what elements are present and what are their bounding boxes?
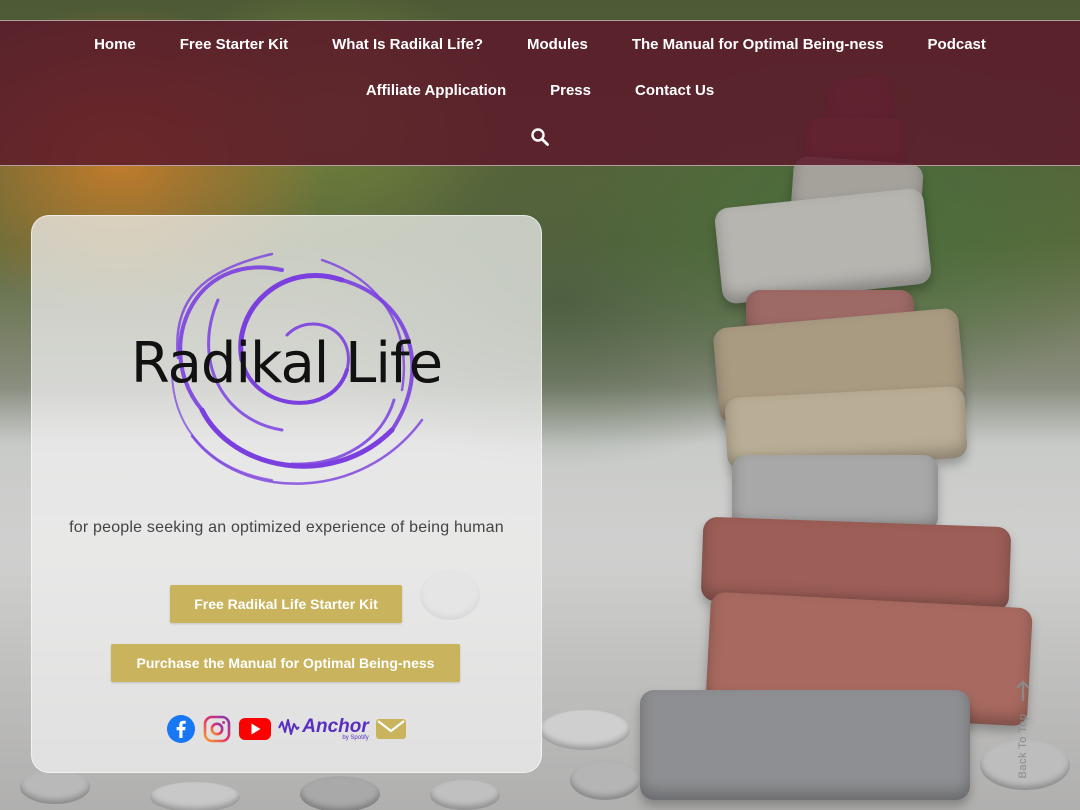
purchase-manual-button[interactable]: Purchase the Manual for Optimal Being-ne… [111, 644, 460, 682]
pebble [570, 760, 640, 800]
social-links: Anchor by Spotify [32, 714, 541, 744]
logo-wordmark: Radikal Life [130, 331, 443, 396]
nav-row-search [0, 127, 1080, 147]
nav-item-podcast[interactable]: Podcast [906, 35, 1008, 55]
arrow-up-icon [1016, 680, 1030, 701]
pebble [20, 770, 90, 804]
back-to-top-link[interactable]: Back To Top [1008, 680, 1038, 784]
nav-item-modules[interactable]: Modules [505, 35, 610, 55]
facebook-icon[interactable] [166, 714, 196, 744]
nav-row-primary: Home Free Starter Kit What Is Radikal Li… [0, 35, 1080, 55]
nav-item-home[interactable]: Home [72, 35, 158, 55]
nav-item-free-starter-kit[interactable]: Free Starter Kit [158, 35, 310, 55]
free-starter-kit-button[interactable]: Free Radikal Life Starter Kit [170, 585, 402, 623]
nav-row-secondary: Affiliate Application Press Contact Us [0, 81, 1080, 101]
nav-item-contact-us[interactable]: Contact Us [613, 81, 736, 101]
email-icon[interactable] [375, 714, 407, 744]
instagram-icon[interactable] [202, 714, 232, 744]
nav-item-affiliate-application[interactable]: Affiliate Application [344, 81, 528, 101]
cairn-stone [640, 690, 970, 800]
anchor-podcast-link[interactable]: Anchor by Spotify [278, 717, 369, 741]
anchor-icon [278, 718, 300, 735]
nav-item-press[interactable]: Press [528, 81, 613, 101]
anchor-label: Anchor [302, 716, 369, 737]
nav-item-manual[interactable]: The Manual for Optimal Being-ness [610, 35, 906, 55]
anchor-sub-label: by Spotify [342, 735, 369, 741]
pebble [150, 782, 240, 810]
hero-tagline: for people seeking an optimized experien… [69, 519, 504, 536]
pebble [430, 780, 500, 810]
hero-panel: Radikal Life for people seeking an optim… [31, 215, 542, 773]
search-icon[interactable] [530, 127, 550, 147]
pebble [540, 710, 630, 750]
pebble [300, 776, 380, 810]
back-to-top-label: Back To Top [1017, 713, 1029, 779]
nav-item-what-is-radikal-life[interactable]: What Is Radikal Life? [310, 35, 505, 55]
main-navigation: Home Free Starter Kit What Is Radikal Li… [0, 20, 1080, 166]
youtube-icon[interactable] [238, 714, 272, 744]
